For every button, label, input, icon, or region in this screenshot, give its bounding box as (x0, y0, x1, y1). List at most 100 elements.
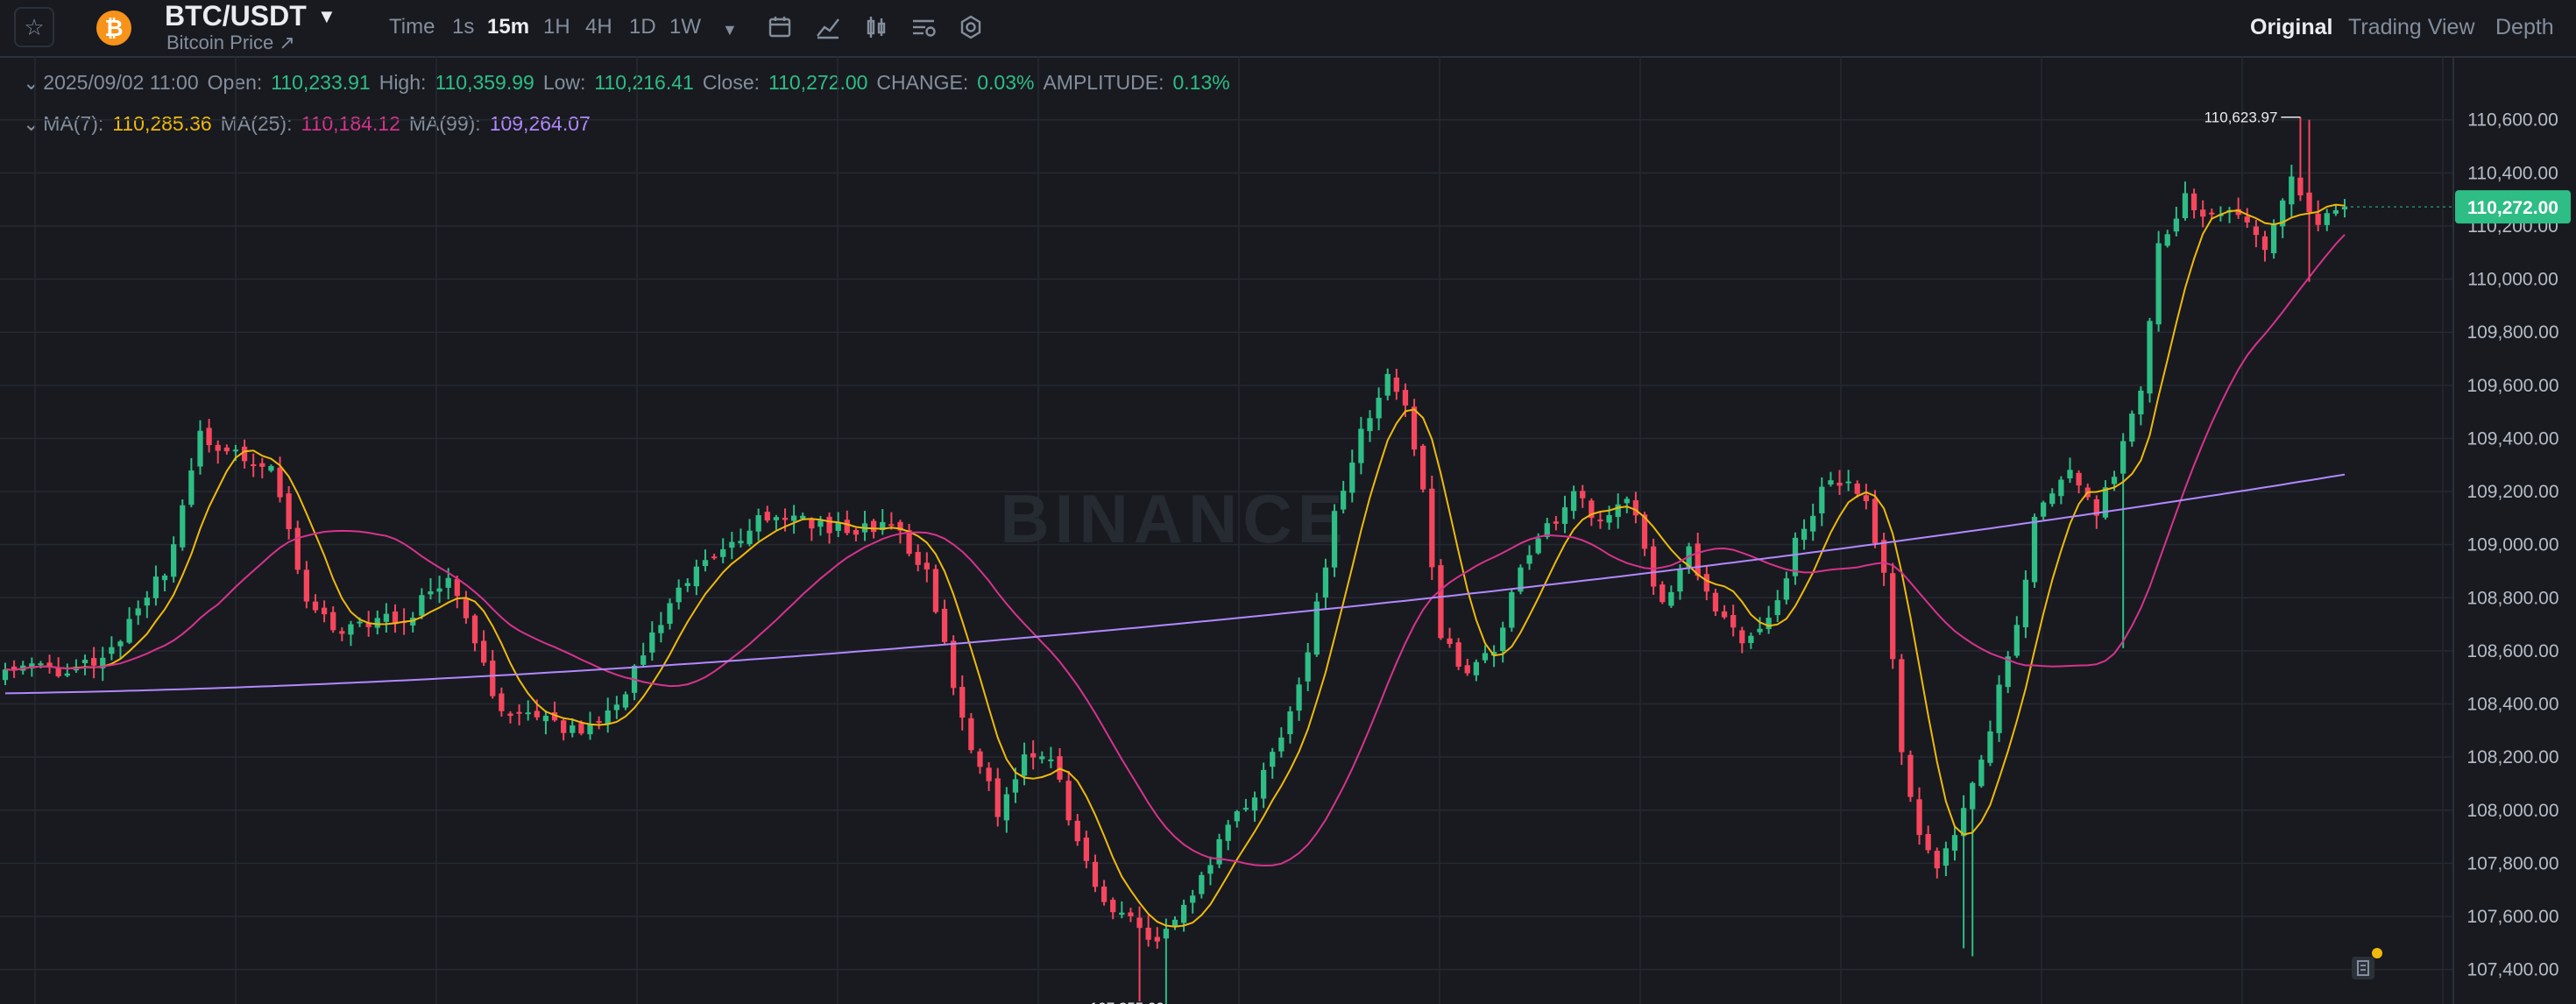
candle-body (986, 767, 992, 781)
candle-up (720, 538, 726, 564)
candle-body (1907, 754, 1914, 797)
candle-up (152, 565, 159, 606)
candle-up (109, 636, 115, 661)
candle-body (91, 658, 97, 666)
candle-body (1393, 377, 1399, 392)
candle-down (1721, 605, 1728, 619)
candle-body (853, 529, 860, 535)
candle-down (330, 606, 336, 633)
candle-down (1393, 368, 1399, 400)
candle-up (1748, 632, 1754, 649)
candle-down (2235, 197, 2241, 219)
candle-body (1402, 390, 1409, 406)
candle-body (2022, 579, 2029, 628)
chart-tools-icon[interactable] (2352, 948, 2382, 979)
candle-body (667, 603, 673, 625)
candle-up (880, 509, 886, 535)
pair-subtitle-link[interactable]: Bitcoin Price ↗ (166, 32, 295, 54)
candle-up (1349, 449, 1355, 503)
settings-gear-icon[interactable] (957, 13, 985, 41)
pair-dropdown-caret-icon[interactable]: ▼ (317, 5, 336, 28)
candle-body (2332, 210, 2339, 214)
candle-body (259, 463, 265, 467)
view-original-tab[interactable]: Original (2250, 14, 2332, 40)
candle-body (2182, 193, 2189, 219)
view-trading-view-tab[interactable]: Trading View (2348, 14, 2475, 40)
candle-up (667, 598, 673, 630)
candle-body (720, 548, 726, 557)
candle-body (1464, 665, 1470, 674)
view-depth-tab[interactable]: Depth (2495, 14, 2554, 40)
candle-body (1083, 838, 1089, 861)
candle-body (1561, 507, 1568, 524)
candle-body (1695, 543, 1701, 576)
candle-body (1455, 642, 1461, 667)
candle-body (1039, 756, 1045, 760)
candle-body (1030, 753, 1037, 758)
candle-up (1668, 585, 1674, 608)
price-chart[interactable]: BINANCE 110,600.00110,400.00110,200.0011… (0, 56, 2576, 1004)
calendar-icon[interactable] (766, 13, 794, 41)
candle-up (144, 590, 150, 619)
candle-body (906, 530, 912, 555)
timeframe-time[interactable]: Time (389, 15, 435, 39)
candle-body (888, 524, 895, 527)
candle-body (81, 660, 88, 663)
candle-body (1580, 491, 1586, 498)
y-axis-tick-label: 110,400.00 (2467, 163, 2558, 183)
candle-body (1526, 555, 1532, 564)
candle-body (1899, 659, 1905, 753)
candle-body (1136, 917, 1143, 929)
timeframe-1s[interactable]: 1s (452, 15, 474, 39)
timeframe-1h[interactable]: 1H (543, 15, 570, 39)
candle-body (2297, 177, 2304, 195)
candle-down (1739, 626, 1745, 654)
candle-down (241, 439, 248, 469)
candle-body (1925, 833, 1931, 851)
candle-down (2253, 220, 2259, 248)
candle-down (251, 453, 257, 477)
candle-body (383, 613, 390, 622)
last-price-tag: 110,272.00 (2345, 190, 2571, 224)
indicator-chart-icon[interactable] (814, 13, 842, 41)
candle-down (561, 718, 567, 741)
candle-body (1261, 769, 1267, 799)
candle-down (1092, 854, 1099, 893)
timeframe-15m[interactable]: 15m (487, 15, 529, 39)
price-axis[interactable]: 110,600.00110,400.00110,200.00110,000.00… (2466, 110, 2558, 980)
candle-down (91, 647, 97, 679)
candle-body (1606, 514, 1612, 523)
candle-body (1012, 779, 1019, 793)
candle-body (2129, 414, 2135, 442)
candle-body (2270, 223, 2277, 254)
candle-up (1500, 621, 1506, 663)
candle-up (2129, 410, 2135, 447)
candle-up (1003, 787, 1009, 833)
candle-up (729, 531, 735, 560)
display-settings-icon[interactable] (909, 13, 938, 41)
favorite-star-icon[interactable]: ☆ (14, 7, 54, 47)
candle-body (1801, 528, 1808, 541)
candle-up (1278, 727, 1284, 758)
pair-title[interactable]: BTC/USDT (165, 0, 307, 32)
candle-up (2182, 181, 2189, 221)
candle-body (1810, 515, 1816, 532)
candle-body (1836, 482, 1843, 486)
candle-down (1057, 747, 1063, 783)
candle-body (1154, 937, 1160, 942)
candle-down (259, 457, 265, 479)
timeframe-1d[interactable]: 1D (629, 15, 656, 39)
timeframe-1w[interactable]: 1W (669, 15, 701, 39)
candle-body (1171, 919, 1178, 926)
candle-down (1447, 627, 1453, 648)
candle-down (490, 650, 496, 699)
candle-body (844, 520, 850, 534)
candle-up (1783, 571, 1789, 605)
candle-down (1863, 484, 1869, 510)
candle-body (2253, 226, 2259, 236)
candle-down (2297, 117, 2304, 202)
more-timeframes-caret-icon[interactable]: ▼ (722, 18, 738, 42)
candlestick-style-icon[interactable] (862, 13, 890, 41)
candle-down (596, 716, 602, 730)
timeframe-4h[interactable]: 4H (585, 15, 612, 39)
